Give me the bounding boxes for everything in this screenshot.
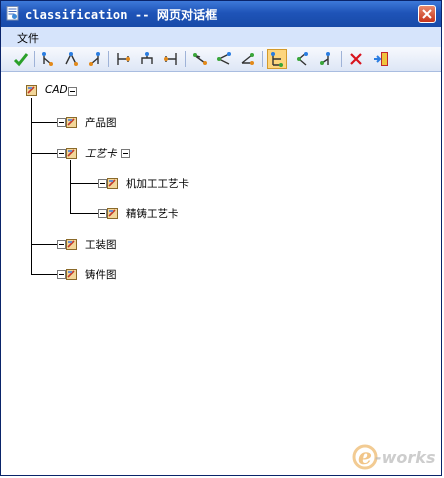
classification-tree: CAD 产品图 工艺卡 机加工工艺卡 精铸工艺卡 工装图 铸件图 [1, 72, 441, 476]
node-tool-2-button[interactable] [61, 49, 81, 69]
tree-connector [31, 244, 57, 245]
exit-button[interactable] [371, 49, 391, 69]
align-tool-1-icon [117, 53, 130, 65]
tree-connector [31, 122, 57, 123]
document-node-icon [107, 208, 118, 219]
close-button[interactable] [418, 5, 436, 23]
tree-tool-2-icon [297, 52, 308, 66]
node-tool-1-icon [42, 52, 53, 66]
tree-tool-3-button[interactable] [316, 49, 336, 69]
tree-view-icon [271, 52, 283, 67]
align-tool-1-button[interactable] [113, 49, 133, 69]
toolbar-separator [185, 51, 186, 67]
svg-text:e: e [358, 444, 372, 470]
link-tool-2-icon [217, 52, 231, 65]
delete-button[interactable] [346, 49, 366, 69]
tree-connector [70, 213, 98, 214]
document-node-icon [66, 148, 77, 159]
tree-connector [31, 153, 57, 154]
node-tool-3-button[interactable] [84, 49, 104, 69]
tree-node-label: CAD [45, 84, 68, 96]
menu-file[interactable]: 文件 [17, 30, 39, 46]
dialog-window: classification -- 网页对话框 文件 CAD 产品图 工艺卡 机… [0, 0, 442, 476]
page-icon [6, 6, 19, 21]
tree-node-label: 产品图 [85, 117, 117, 129]
node-tool-2-icon [65, 52, 78, 66]
document-node-icon [66, 269, 77, 280]
tree-node-label: 工艺卡 [85, 148, 117, 160]
toolbar-separator [108, 51, 109, 67]
close-icon [422, 9, 432, 19]
confirm-button[interactable] [11, 49, 31, 69]
align-tool-2-button[interactable] [137, 49, 157, 69]
exit-door-icon [374, 52, 388, 66]
toolbar-separator [341, 51, 342, 67]
align-tool-2-icon [141, 52, 153, 64]
document-node-icon [66, 239, 77, 250]
link-tool-1-icon [193, 53, 207, 65]
collapse-toggle[interactable] [121, 149, 130, 158]
node-tool-3-icon [89, 52, 100, 66]
svg-text:-works: -works [375, 448, 435, 467]
document-node-icon [26, 85, 37, 96]
link-tool-3-button[interactable] [237, 49, 257, 69]
tree-connector [70, 160, 71, 214]
eworks-logo: e -works [352, 444, 435, 470]
toolbar [1, 47, 441, 72]
node-tool-1-button[interactable] [38, 49, 58, 69]
link-tool-3-icon [241, 53, 254, 65]
window-title: classification -- 网页对话框 [25, 8, 218, 22]
tree-node-label: 机加工工艺卡 [126, 178, 189, 190]
align-tool-3-button[interactable] [161, 49, 181, 69]
tree-node-label: 精铸工艺卡 [126, 208, 179, 220]
menu-bar: 文件 [1, 27, 441, 47]
document-node-icon [66, 117, 77, 128]
document-node-icon [107, 178, 118, 189]
tree-node-label: 工装图 [85, 239, 117, 251]
align-tool-3-icon [164, 53, 177, 65]
toolbar-separator [262, 51, 263, 67]
collapse-toggle[interactable] [68, 87, 77, 96]
toolbar-separator [34, 51, 35, 67]
link-tool-1-button[interactable] [190, 49, 210, 69]
link-tool-2-button[interactable] [214, 49, 234, 69]
tree-view-button[interactable] [267, 49, 287, 69]
tree-tool-2-button[interactable] [292, 49, 312, 69]
tree-tool-3-icon [320, 52, 330, 65]
tree-connector [31, 274, 57, 275]
confirm-check-icon [13, 53, 29, 67]
tree-connector [31, 98, 32, 274]
tree-connector [70, 183, 98, 184]
title-bar[interactable]: classification -- 网页对话框 [1, 1, 441, 27]
delete-x-icon [350, 53, 362, 65]
tree-node-label: 铸件图 [85, 269, 117, 281]
